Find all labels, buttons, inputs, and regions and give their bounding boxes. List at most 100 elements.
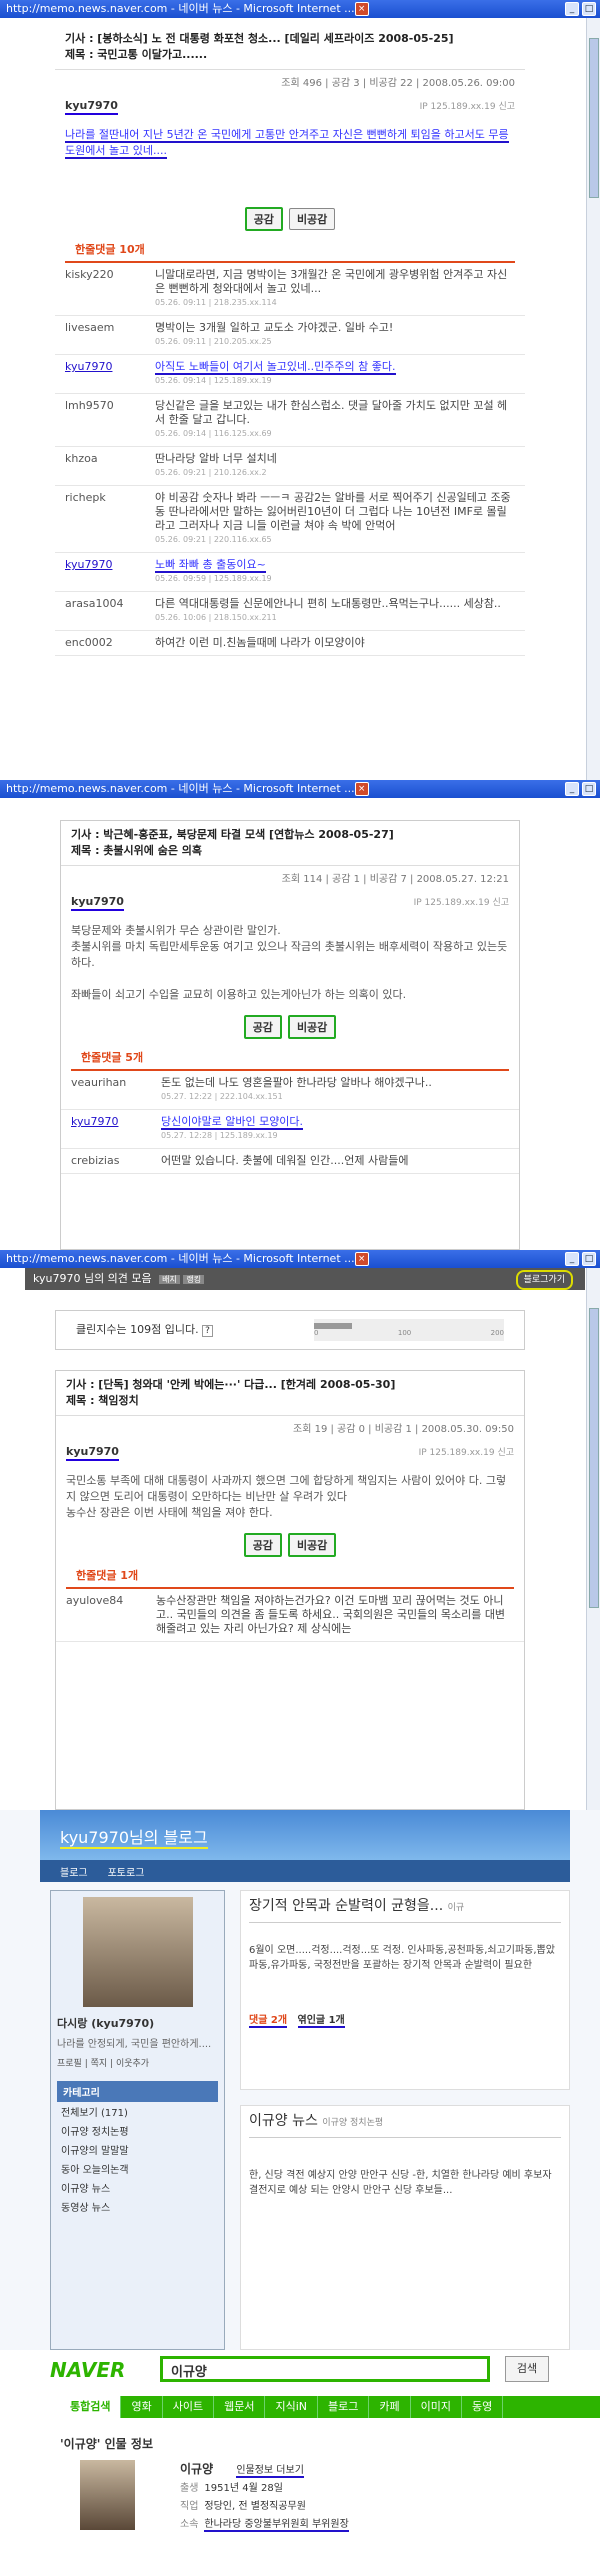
report-link[interactable]: 신고 [498,102,515,112]
profile-desc: 나라를 안정되게, 국민을 편안하게.... [57,2039,212,2050]
profile-links: 프로필 | 쪽지 | 이웃추가 [57,2059,150,2069]
reply-nick[interactable]: kyu7970 [65,360,155,388]
article-link[interactable]: 기사 : [봉하소식] 노 전 대통령 화포천 청소... [데일리 세프라이즈… [65,32,454,45]
more-link[interactable]: 인물정보 더보기 [236,2465,304,2478]
reply-row: kyu7970 당신이야말로 알바인 모양이다. 05.27. 12:28 | 12… [61,1110,519,1149]
close-button[interactable]: × [354,1252,369,1266]
category-item[interactable]: 동영상 뉴스 [57,2197,218,2216]
tab-6[interactable]: 카페 [369,2396,411,2418]
category-item[interactable]: 동아 오늘의논객 [57,2159,218,2178]
profile-name: 다시랑 (kyu7970) [57,2017,155,2030]
go-blog-button[interactable]: 블로그가기 [515,1270,573,1290]
author-name[interactable]: kyu7970 [71,895,124,911]
tab-1[interactable]: 영화 [121,2396,163,2418]
report-link[interactable]: 신고 [497,1448,514,1458]
reply-nick[interactable]: arasa1004 [65,597,155,625]
body-line: 북당문제와 촛불시위가 무슨 상관이란 말인가. [71,924,281,937]
news-body: 한, 신당 격전 예상지 안양 만안구 신당 -한, 치열한 한나라당 예비 후… [249,2170,552,2196]
article-header: 기사 : 박근혜-홍준표, 북당문제 타결 모색 [연합뉴스 2008-05-2… [61,821,519,866]
reply-nick[interactable]: veaurihan [71,1076,161,1104]
post-category[interactable]: 이규 [448,1903,465,1913]
person-name[interactable]: 이규양 [180,2462,213,2476]
author-name[interactable]: kyu7970 [66,1445,119,1461]
author-name[interactable]: kyu7970 [65,99,118,115]
message-link[interactable]: 쪽지 [91,2059,108,2069]
minimize-button[interactable]: _ [565,1252,579,1266]
close-button[interactable]: × [354,782,369,796]
org-value[interactable]: 한나라당 중앙불부위원회 부위원장 [204,2519,349,2532]
reply-nick[interactable]: richepk [65,491,155,547]
nav-photolog[interactable]: 포토로그 [108,1868,145,1879]
maximize-button[interactable]: □ [582,1252,596,1266]
maximize-button[interactable]: □ [582,2,596,16]
tab-8[interactable]: 동영 [462,2396,504,2418]
report-link[interactable]: 신고 [492,898,509,908]
minimize-button[interactable]: _ [565,782,579,796]
reply-count: 한줄댓글 5개 [71,1045,509,1071]
tab-3[interactable]: 웹문서 [214,2396,266,2418]
tab-2[interactable]: 사이트 [163,2396,215,2418]
minimize-button[interactable]: _ [565,2,579,16]
reply-nick[interactable]: khzoa [65,452,155,480]
reply-meta: 05.26. 09:14 | 116.125.xx.69 [155,429,272,438]
disagree-button[interactable]: 비공감 [287,1533,337,1557]
post-body: 나라를 절딴내어 지난 5년간 온 국민에게 고통만 안겨주고 자신은 뻔뻔하게… [55,121,525,201]
reply-row: kisky220 니말대로라면, 지금 명박이는 3개월간 온 국민에게 광우병위… [55,263,525,316]
agree-button[interactable]: 공감 [244,207,283,231]
reply-text: 어떤말 있습니다. 촛불에 데워질 인간....언제 사람들에 [161,1154,509,1168]
maximize-button[interactable]: □ [582,782,596,796]
reply-count: 한줄댓글 10개 [65,237,515,263]
close-button[interactable]: × [354,2,369,16]
news-title[interactable]: 이규양 뉴스 [249,2113,318,2129]
search-button[interactable]: 검색 [505,2356,549,2382]
scrollbar[interactable] [586,1268,600,1810]
reply-text: 야 비공감 숫자나 봐라 ㅡㅡㅋ 공감2는 알바를 서로 찍어주기 신공일테고 … [155,491,515,547]
disagree-button[interactable]: 비공감 [288,208,336,230]
tab-4[interactable]: 지식iN [265,2396,319,2418]
reply-nick[interactable]: kisky220 [65,268,155,310]
tab-0[interactable]: 통합검색 [60,2396,122,2418]
category-item[interactable]: 이규양의 말말말 [57,2140,218,2159]
badge-tag[interactable]: 배지 [159,1275,180,1284]
agree-button[interactable]: 공감 [243,1015,282,1039]
scrollbar[interactable] [586,18,600,780]
reply-nick[interactable]: crebizias [71,1154,161,1168]
agree-button[interactable]: 공감 [243,1533,282,1557]
reply-meta: 05.26. 09:59 | 125.189.xx.19 [155,574,272,583]
add-neighbor-link[interactable]: 이웃추가 [116,2059,149,2069]
post-title[interactable]: 장기적 안목과 순발력이 균형을... [249,1898,443,1914]
article-link[interactable]: 기사 : [단독] 청와대 '안케 박에는···' 다급... [한겨레 200… [66,1378,395,1391]
post-body: 6월이 오면.....걱정....걱정...또 걱정. 인사파동,공천파동,쇠고… [249,1945,555,1971]
stats: 조회 114 | 공감 1 | 비공감 7 | 2008.05.27. 12:2… [281,874,509,885]
reply-nick[interactable]: livesaem [65,321,155,349]
reply-nick[interactable]: ayulove84 [66,1594,156,1636]
reply-body: 당신이야말로 알바인 모양이다. [161,1115,304,1130]
disagree-button[interactable]: 비공감 [287,1015,337,1039]
article-link[interactable]: 기사 : 박근혜-홍준표, 북당문제 타결 모색 [연합뉴스 2008-05-2… [71,828,394,841]
profile-link[interactable]: 프로필 [57,2059,82,2069]
article-card: 기사 : [단독] 청와대 '안케 박에는···' 다급... [한겨레 200… [55,1370,525,1810]
category-item[interactable]: 전체보기 (171) [57,2102,218,2121]
reply-nick[interactable]: kyu7970 [65,558,155,586]
category-item[interactable]: 이규양 정치논평 [57,2121,218,2140]
nav-blog[interactable]: 블로그 [60,1868,88,1879]
reply-meta: 05.26. 09:14 | 125.189.xx.19 [155,376,272,385]
org-label: 소속 [180,2519,199,2530]
reply-body: 아직도 노빠들이 여기서 놀고있네..민주주의 참 좋다. [155,360,396,375]
window-title: http://memo.news.naver.com - 네이버 뉴스 - Mi… [6,1252,355,1265]
reply-nick[interactable]: kyu7970 [71,1115,161,1143]
reply-text: 하여간 이런 미.친놈들때메 나라가 이모양이야 [155,636,515,650]
reply-nick[interactable]: lmh9570 [65,399,155,441]
tab-5[interactable]: 블로그 [318,2396,370,2418]
category-item[interactable]: 이규양 뉴스 [57,2178,218,2197]
tab-7[interactable]: 이미지 [411,2396,463,2418]
trackback-link[interactable]: 엮인글 1개 [297,2015,345,2028]
ip-text: IP 125.189.xx.19 신고 [419,102,515,112]
help-icon[interactable]: ? [202,1325,213,1337]
comment-link[interactable]: 댓글 2개 [249,2015,288,2028]
reply-nick[interactable]: enc0002 [65,636,155,650]
search-input[interactable]: 이규양 [160,2356,490,2382]
news-title-row: 이규양 뉴스 이규양 정치논평 [249,2114,561,2138]
rank-tag[interactable]: 랭킹 [183,1275,205,1284]
news-category[interactable]: 이규양 정치논평 [322,2118,383,2128]
